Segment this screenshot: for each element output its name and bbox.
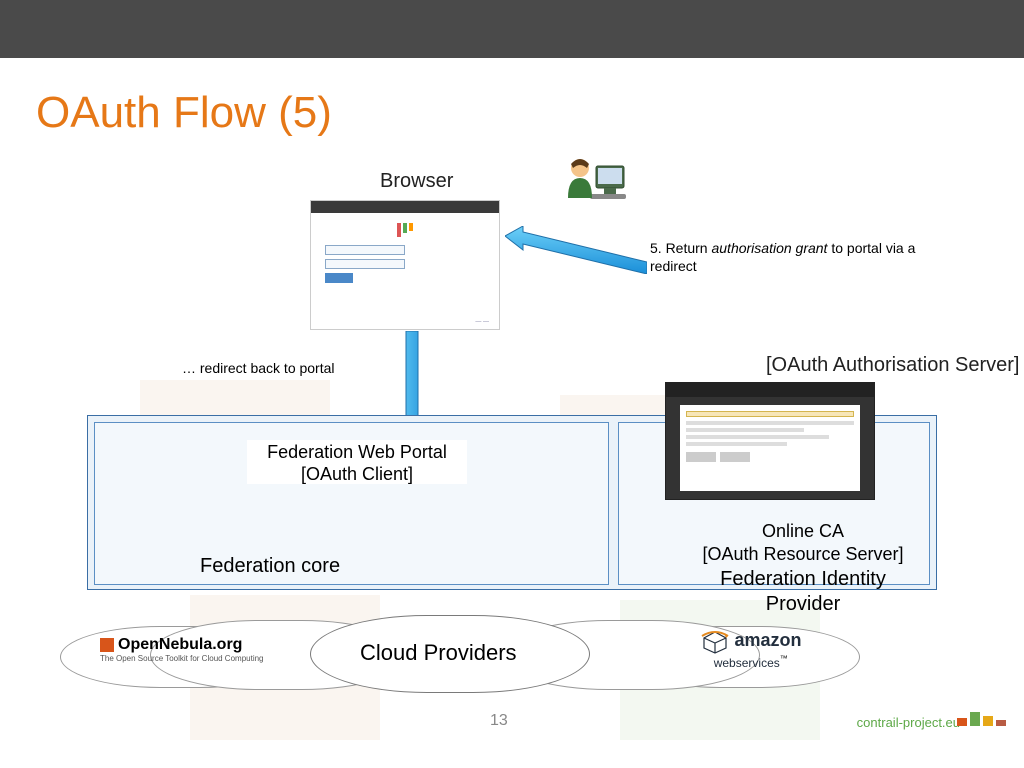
opennebula-icon bbox=[100, 638, 114, 652]
fed-portal-line1: Federation Web Portal bbox=[247, 442, 467, 464]
federation-web-portal-box: Federation Web Portal [OAuth Client] bbox=[247, 440, 467, 484]
header-bar bbox=[0, 0, 1024, 58]
footer-url: contrail-project.eu bbox=[857, 715, 960, 730]
aws-name: amazon bbox=[734, 630, 801, 650]
oauth-server-label: [OAuth Authorisation Server] bbox=[766, 354, 1019, 377]
aws-sub: webservices bbox=[714, 656, 780, 670]
cloud-providers-label: Cloud Providers bbox=[360, 640, 517, 666]
aws-box-icon bbox=[700, 630, 730, 654]
redirect-label: … redirect back to portal bbox=[182, 360, 335, 376]
page-number: 13 bbox=[490, 712, 508, 730]
opennebula-logo: OpenNebula.org The Open Source Toolkit f… bbox=[100, 636, 264, 663]
arrow-server-to-browser bbox=[505, 226, 647, 274]
step-5-italic: authorisation grant bbox=[711, 240, 827, 256]
fed-portal-line2: [OAuth Client] bbox=[247, 464, 467, 486]
step-5-prefix: 5. Return bbox=[650, 240, 711, 256]
aws-logo: amazon webservices™ bbox=[700, 630, 801, 672]
user-at-computer-icon bbox=[560, 150, 630, 220]
opennebula-tagline: The Open Source Toolkit for Cloud Comput… bbox=[100, 654, 264, 663]
federation-idp-label: Federation Identity Provider bbox=[688, 567, 918, 617]
contrail-logo-icon bbox=[957, 712, 1006, 726]
opennebula-name: OpenNebula.org bbox=[118, 636, 242, 654]
federation-core-label: Federation core bbox=[200, 555, 340, 578]
browser-label: Browser bbox=[380, 170, 453, 193]
online-ca-line1: Online CA bbox=[688, 520, 918, 543]
online-ca-line2: [OAuth Resource Server] bbox=[688, 543, 918, 566]
step-5-text: 5. Return authorisation grant to portal … bbox=[650, 239, 950, 275]
oauth-consent-screenshot bbox=[665, 382, 875, 500]
online-ca-block: Online CA [OAuth Resource Server] Federa… bbox=[688, 520, 918, 617]
slide-title: OAuth Flow (5) bbox=[36, 88, 332, 138]
aws-tm: ™ bbox=[780, 654, 788, 663]
browser-login-screenshot: — — bbox=[310, 200, 500, 330]
